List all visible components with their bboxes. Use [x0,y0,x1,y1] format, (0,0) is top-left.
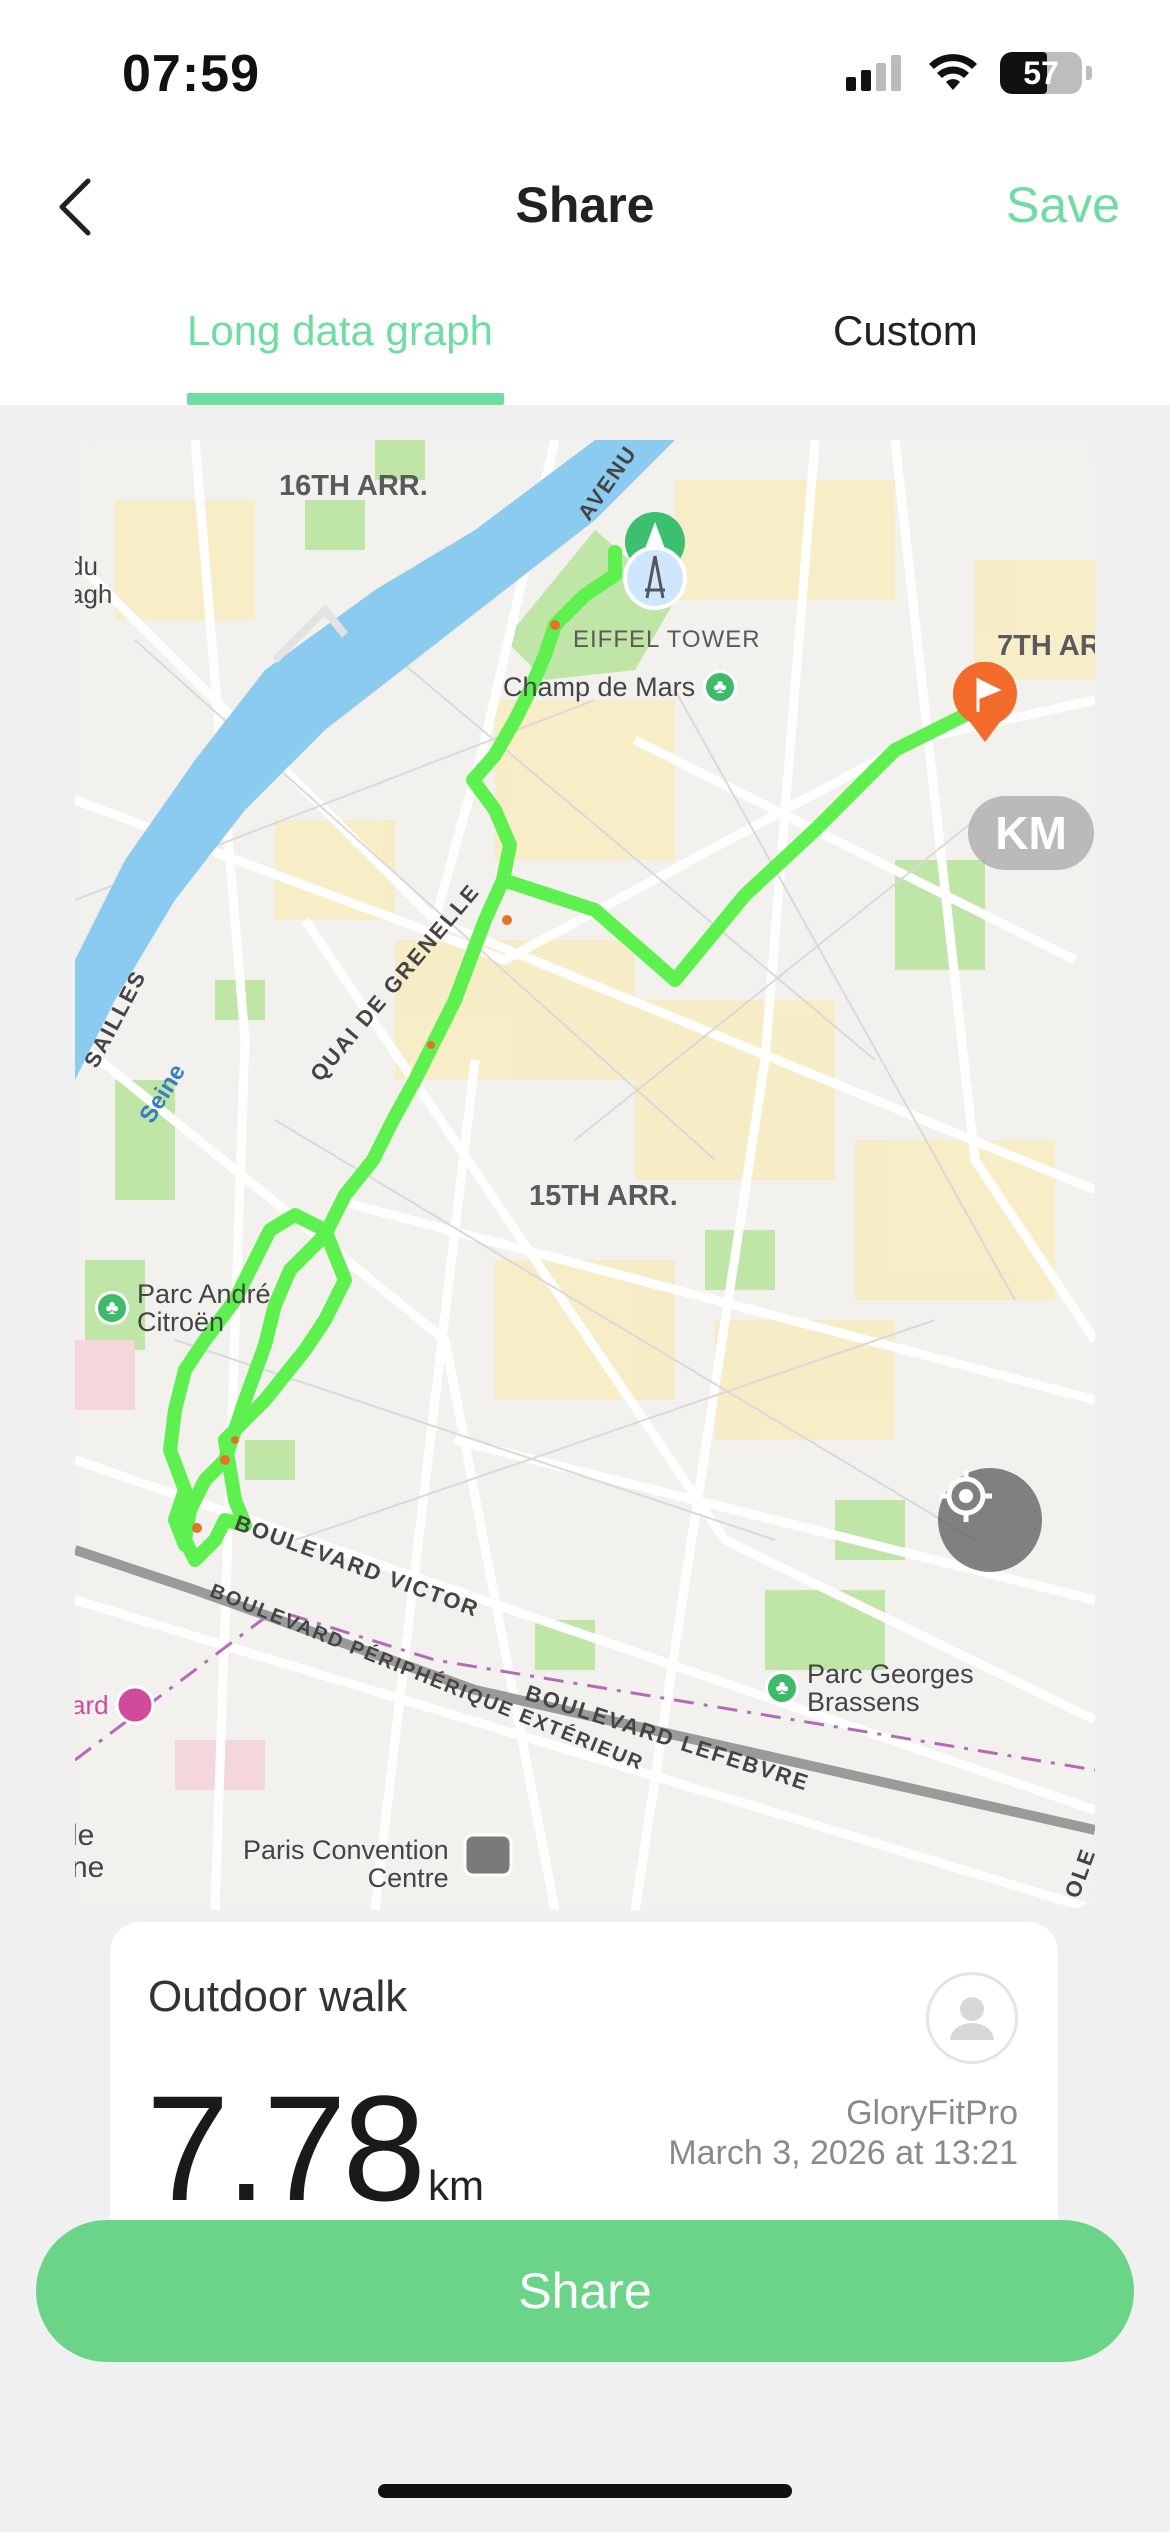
home-indicator [378,2484,792,2498]
status-time: 07:59 [122,45,260,103]
activity-datetime: March 3, 2026 at 13:21 [668,2134,1018,2172]
label-7th-arr: 7TH AR [997,630,1095,662]
unit-badge[interactable]: KM [968,796,1094,870]
park-icon: ♣ [765,1671,799,1705]
poi-paris-convention-centre-label: Paris Convention Centre [243,1835,449,1893]
user-icon [950,1997,994,2040]
crosshair-icon [940,1470,992,1522]
poi-champ-de-mars: Champ de Mars ♣ [503,670,738,704]
activity-summary-card: Outdoor walk 7.78 km GloryFitPro March 3… [110,1922,1058,2232]
tab-custom[interactable]: Custom [833,307,978,355]
label-15th-arr: 15TH ARR. [529,1180,678,1212]
status-bar: 07:59 57 [0,0,1170,150]
poi-parc-georges-brassens-label: Parc Georges Brassens [807,1659,974,1717]
nav-bar: Share Save [0,150,1170,265]
distance-unit: km [427,2162,484,2209]
poi-parc-andre-citroen-label: Parc André Citroën [137,1279,271,1337]
tab-bar: Long data graph Custom [0,265,1170,405]
poi-parc-georges-brassens: ♣ Parc Georges Brassens [765,1660,974,1716]
label-16th-arr: 16TH ARR. [279,470,428,502]
park-icon: ♣ [703,670,738,704]
battery-level: 57 [1023,54,1059,91]
poi-parc-andre-citroen: ♣ Parc André Citroën [95,1280,271,1336]
active-tab-indicator [187,393,504,405]
save-button[interactable]: Save [1006,176,1120,234]
status-icons: 57 [846,52,1092,94]
park-icon: ♣ [95,1291,129,1325]
cellular-signal-icon [846,55,901,91]
locate-button[interactable] [938,1468,1042,1572]
wifi-icon [929,54,977,90]
distance: 7.78 km [146,2062,484,2235]
label-left-top: du agh [75,551,113,609]
route-map[interactable]: 16TH ARR. 15TH ARR. 7TH AR AVENU QUAI DE… [75,440,1095,1910]
share-button[interactable]: Share [36,2220,1134,2362]
brand-name: GloryFitPro [846,2094,1018,2132]
start-marker [623,512,687,610]
battery-icon: 57 [1000,52,1082,94]
label-left-bottom: le ne [75,1819,105,1884]
tab-long-data-graph[interactable]: Long data graph [187,307,493,355]
avatar [926,1972,1018,2064]
label-left-mid: ard [75,1690,109,1720]
poi-paris-convention-centre: Paris Convention Centre [243,1836,449,1892]
page-title: Share [515,177,655,233]
poi-champ-de-mars-label: Champ de Mars [503,672,696,702]
battery-tip [1086,66,1092,80]
activity-name: Outdoor walk [148,1972,408,2021]
poi-eiffel-tower: EIFFEL TOWER [573,626,761,653]
distance-value: 7.78 [146,2064,426,2232]
